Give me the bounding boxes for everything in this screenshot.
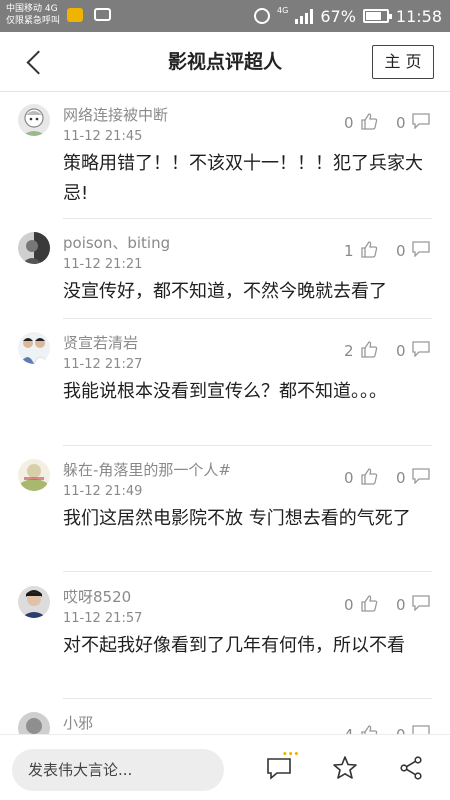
- nav-bar: 影视点评超人 主 页: [0, 32, 450, 92]
- carrier-sub-label: 仅限紧急呼叫: [6, 16, 61, 26]
- like-count: 4: [344, 726, 354, 734]
- comment-username[interactable]: poison、biting: [63, 232, 170, 253]
- thumb-up-icon[interactable]: [360, 467, 378, 485]
- comment-text: 没宣传好，都不知道，不然今晚就去看了: [63, 281, 387, 302]
- comment-badge-icon: •••: [282, 750, 300, 760]
- avatar[interactable]: [18, 712, 50, 734]
- reply-bubble-icon[interactable]: [412, 241, 430, 257]
- network-type: 4G: [277, 5, 289, 15]
- comment-username[interactable]: 躲在-角落里的那一个人#: [63, 459, 231, 480]
- comment-input[interactable]: 发表伟大言论...: [12, 749, 224, 791]
- reply-count: 0: [396, 242, 406, 260]
- favorite-star-icon[interactable]: [332, 755, 358, 781]
- reply-bubble-icon[interactable]: [412, 341, 430, 357]
- message-icon: [94, 8, 111, 21]
- alarm-icon: [254, 8, 271, 24]
- reply-count: 0: [396, 726, 406, 734]
- like-count: 0: [344, 114, 354, 132]
- comment-time: 11-12 21:27: [63, 357, 143, 372]
- reply-bubble-icon[interactable]: [412, 595, 430, 611]
- comment-username[interactable]: 贤宣若清岩: [63, 332, 138, 353]
- status-icons: 4G 67% 11:58: [254, 0, 442, 32]
- battery-percent: 67%: [320, 6, 356, 26]
- thumb-up-icon[interactable]: [360, 340, 378, 358]
- avatar[interactable]: [18, 459, 50, 491]
- clock: 11:58: [395, 6, 442, 26]
- reply-count: 0: [396, 596, 406, 614]
- thumb-up-icon[interactable]: [360, 240, 378, 258]
- divider: [63, 571, 432, 572]
- like-count: 0: [344, 469, 354, 487]
- divider: [63, 318, 432, 319]
- signal-icon: [295, 8, 314, 24]
- divider: [63, 698, 432, 699]
- comment-username[interactable]: 网络连接被中断: [63, 104, 168, 125]
- avatar[interactable]: [18, 586, 50, 618]
- comment-time: 11-12 21:21: [63, 257, 143, 272]
- reply-bubble-icon[interactable]: [412, 468, 430, 484]
- comment-username[interactable]: 小邪: [63, 712, 93, 733]
- notification-app-icon: [67, 8, 83, 22]
- home-button[interactable]: 主 页: [372, 45, 434, 79]
- comment-text: 策略用错了！！不该双十一！！！犯了兵家大忌!: [63, 153, 423, 204]
- reply-count: 0: [396, 342, 406, 360]
- carrier-info: 中国移动 4G 仅限紧急呼叫: [6, 3, 60, 27]
- comment-time: 11-12 21:57: [63, 611, 143, 626]
- comment-time: 11-12 21:45: [63, 129, 143, 144]
- like-count: 0: [344, 596, 354, 614]
- avatar[interactable]: [18, 104, 50, 136]
- bottom-bar: 发表伟大言论... •••: [0, 734, 450, 800]
- battery-icon: [362, 9, 392, 23]
- share-icon[interactable]: [398, 755, 424, 781]
- like-count: 1: [344, 242, 354, 260]
- reply-bubble-icon[interactable]: [412, 725, 430, 734]
- comment-text: 我们这居然电影院不放 专门想去看的气死了: [63, 508, 411, 529]
- avatar[interactable]: [18, 332, 50, 364]
- thumb-up-icon[interactable]: [360, 724, 378, 734]
- thumb-up-icon[interactable]: [360, 112, 378, 130]
- like-count: 2: [344, 342, 354, 360]
- avatar[interactable]: [18, 232, 50, 264]
- thumb-up-icon[interactable]: [360, 594, 378, 612]
- carrier-label: 中国移动 4G: [6, 4, 58, 14]
- reply-bubble-icon[interactable]: [412, 113, 430, 129]
- comment-username[interactable]: 哎呀8520: [63, 586, 131, 607]
- status-bar: 中国移动 4G 仅限紧急呼叫 4G 67% 11:58: [0, 0, 450, 32]
- reply-count: 0: [396, 469, 406, 487]
- comment-text: 对不起我好像看到了几年有何伟，所以不看: [63, 635, 405, 656]
- divider: [63, 445, 432, 446]
- reply-count: 0: [396, 114, 406, 132]
- divider: [63, 218, 432, 219]
- comment-text: 我能说根本没看到宣传么？都不知道。。。: [63, 381, 387, 402]
- comment-list[interactable]: 网络连接被中断 11-12 21:45 0 0 策略用错了！！不该双十一！！！犯…: [0, 92, 450, 734]
- comment-time: 11-12 21:49: [63, 484, 143, 499]
